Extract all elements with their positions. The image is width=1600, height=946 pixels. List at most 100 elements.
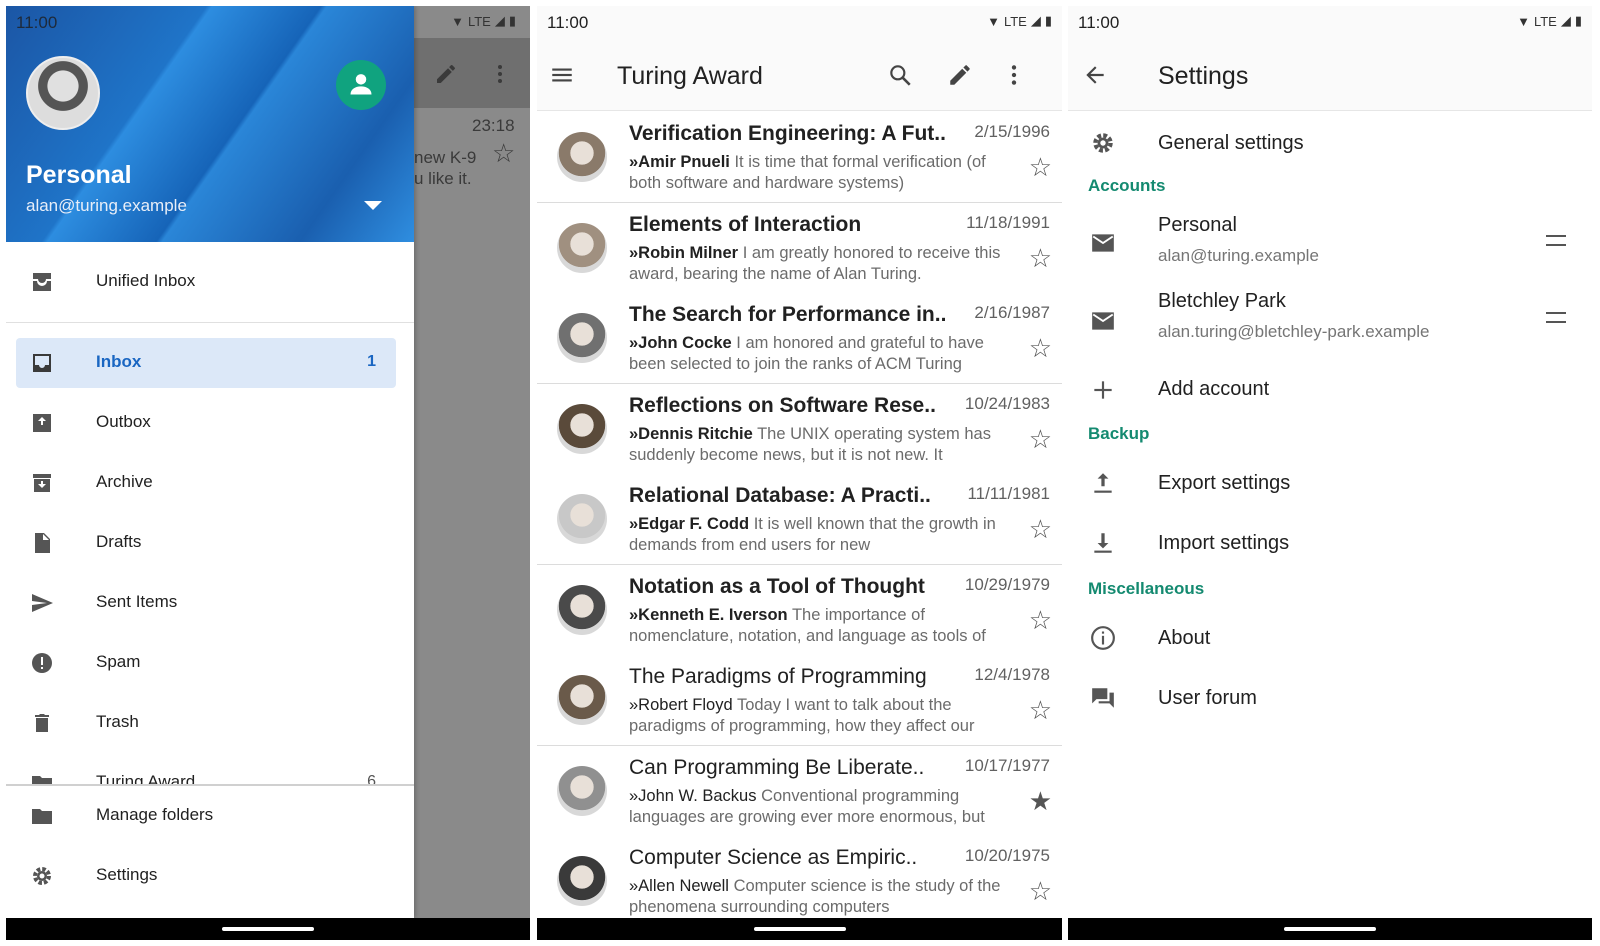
- star-outline-icon[interactable]: ☆: [1029, 245, 1052, 271]
- export-settings-item[interactable]: Export settings: [1068, 456, 1592, 512]
- drawer-item-archive[interactable]: Archive: [16, 458, 396, 508]
- general-settings-item[interactable]: General settings: [1068, 112, 1592, 172]
- drawer-item-unified-inbox[interactable]: Unified Inbox: [16, 257, 396, 307]
- manage-folders-button[interactable]: Manage folders: [16, 791, 396, 841]
- sender-avatar[interactable]: [557, 132, 607, 182]
- spam-icon: [32, 653, 52, 673]
- star-outline-icon[interactable]: ☆: [1029, 878, 1052, 904]
- gear-icon: [33, 867, 51, 885]
- compose-icon[interactable]: [947, 62, 973, 88]
- about-item[interactable]: About: [1068, 611, 1592, 667]
- user-forum-item[interactable]: User forum: [1068, 671, 1592, 727]
- behind-time: 23:18: [472, 116, 515, 135]
- sender-avatar[interactable]: [557, 584, 607, 635]
- star-outline-icon[interactable]: ☆: [1029, 426, 1052, 452]
- message-date: 10/17/1977: [964, 755, 1050, 775]
- system-nav-bar: [6, 918, 530, 940]
- sender-avatar[interactable]: [557, 494, 607, 544]
- network-type: LTE: [467, 13, 491, 29]
- top-app-bar: Settings: [1068, 38, 1592, 111]
- plus-icon: [1094, 381, 1112, 399]
- drawer-item-label: Sent Items: [96, 592, 178, 611]
- person-icon: [350, 74, 372, 95]
- message-subject: Notation as a Tool of Thought: [629, 574, 925, 598]
- drawer-item-spam[interactable]: Spam: [16, 638, 396, 688]
- switch-account-button[interactable]: [336, 60, 386, 110]
- sender-avatar[interactable]: [557, 856, 607, 906]
- message-sender: »Edgar F. Codd: [629, 515, 750, 533]
- message-subject: Reflections on Software Rese..: [629, 393, 936, 417]
- drawer-item-inbox[interactable]: Inbox 1: [16, 338, 396, 388]
- sender-avatar[interactable]: [557, 403, 607, 454]
- drag-handle-icon[interactable]: [1546, 312, 1566, 323]
- search-icon[interactable]: [887, 62, 913, 88]
- account-item-personal[interactable]: Personal alan@turing.example: [1068, 206, 1592, 280]
- account-name: Personal: [26, 161, 132, 189]
- message-list-item[interactable]: Reflections on Software Rese.. 10/24/1983…: [537, 383, 1062, 475]
- account-item-bletchley-park[interactable]: Bletchley Park alan.turing@bletchley-par…: [1068, 284, 1592, 358]
- sender-avatar[interactable]: [557, 222, 607, 273]
- home-gesture-handle[interactable]: [222, 927, 314, 931]
- message-list-item[interactable]: Can Programming Be Liberate.. 10/17/1977 »…: [537, 745, 1062, 837]
- star-outline-icon[interactable]: ☆: [1029, 516, 1052, 542]
- home-gesture-handle[interactable]: [1284, 927, 1376, 931]
- account-dropdown-icon[interactable]: [364, 201, 382, 210]
- add-account-label: Add account: [1158, 378, 1270, 400]
- message-preview: »Allen Newell Computer science is the st…: [629, 876, 1009, 918]
- sender-avatar[interactable]: [557, 675, 607, 725]
- behind-preview-line1: new K-9: [414, 148, 477, 167]
- account-email: alan@turing.example: [26, 196, 187, 215]
- add-account-button[interactable]: Add account: [1068, 362, 1592, 418]
- message-list-item[interactable]: Notation as a Tool of Thought 10/29/1979 »…: [537, 564, 1062, 656]
- drawer-item-sent[interactable]: Sent Items: [16, 578, 396, 628]
- general-settings-label: General settings: [1158, 132, 1304, 154]
- sender-avatar[interactable]: [557, 765, 607, 816]
- import-settings-item[interactable]: Import settings: [1068, 516, 1592, 572]
- drawer-item-trash[interactable]: Trash: [16, 698, 396, 748]
- star-outline-icon[interactable]: ☆: [1029, 154, 1052, 180]
- settings-title: Settings: [1158, 62, 1249, 90]
- home-gesture-handle[interactable]: [753, 927, 846, 931]
- download-icon: [1094, 533, 1112, 553]
- folder-title: Turing Award: [617, 62, 763, 90]
- menu-icon[interactable]: [549, 62, 575, 88]
- message-list-item[interactable]: The Paradigms of Programming 12/4/1978 »Ro…: [537, 655, 1062, 746]
- about-label: About: [1158, 627, 1211, 649]
- more-vert-icon: [498, 65, 502, 83]
- drag-handle-icon[interactable]: [1546, 235, 1566, 246]
- drawer-settings-button[interactable]: Settings: [16, 851, 396, 901]
- drawer-item-drafts[interactable]: Drafts: [16, 518, 396, 568]
- trash-icon: [35, 714, 49, 732]
- star-filled-icon[interactable]: ★: [1029, 788, 1052, 814]
- behind-preview-line2: u like it.: [414, 169, 472, 188]
- star-outline-icon[interactable]: ☆: [1029, 697, 1052, 723]
- mail-icon: [1092, 234, 1114, 252]
- message-date: 10/20/1975: [964, 846, 1050, 865]
- message-list-item[interactable]: Elements of Interaction 11/18/1991 »Robin …: [537, 202, 1062, 294]
- message-list-item[interactable]: Verification Engineering: A Fut.. 2/15/19…: [537, 112, 1062, 203]
- drawer-item-turing-award[interactable]: Turing Award 6: [16, 758, 396, 784]
- drawer-item-label: Inbox: [96, 352, 142, 371]
- message-list-item[interactable]: Computer Science as Empiric.. 10/20/1975 »…: [537, 836, 1062, 927]
- message-subject: Computer Science as Empiric..: [629, 846, 918, 869]
- drawer-item-label: Turing Award: [96, 772, 196, 784]
- folder-count: 6: [367, 773, 376, 784]
- message-preview: »Amir Pnueli It is time that formal veri…: [629, 152, 1009, 194]
- message-list-behind-scrim[interactable]: 23:18 new K-9 u like it. ☆: [414, 6, 530, 918]
- status-bar: 11:00: [6, 6, 414, 38]
- sender-avatar[interactable]: [557, 313, 607, 363]
- star-outline-icon[interactable]: ☆: [1029, 335, 1052, 361]
- send-icon: [32, 594, 53, 612]
- message-list-item[interactable]: The Search for Performance in.. 2/16/1987…: [537, 293, 1062, 384]
- network-type: LTE: [1003, 13, 1027, 29]
- more-vert-icon[interactable]: [1001, 62, 1027, 88]
- message-subject: The Search for Performance in..: [629, 303, 947, 326]
- message-date: 2/15/1996: [974, 122, 1050, 141]
- star-outline-icon[interactable]: ☆: [1029, 607, 1052, 633]
- account-avatar[interactable]: [26, 56, 100, 130]
- back-arrow-icon[interactable]: [1082, 62, 1108, 88]
- system-nav-bar: [1068, 918, 1592, 940]
- drawer-item-outbox[interactable]: Outbox: [16, 398, 396, 448]
- message-list-item[interactable]: Relational Database: A Practi.. 11/11/198…: [537, 474, 1062, 565]
- message-subject: The Paradigms of Programming: [629, 665, 927, 688]
